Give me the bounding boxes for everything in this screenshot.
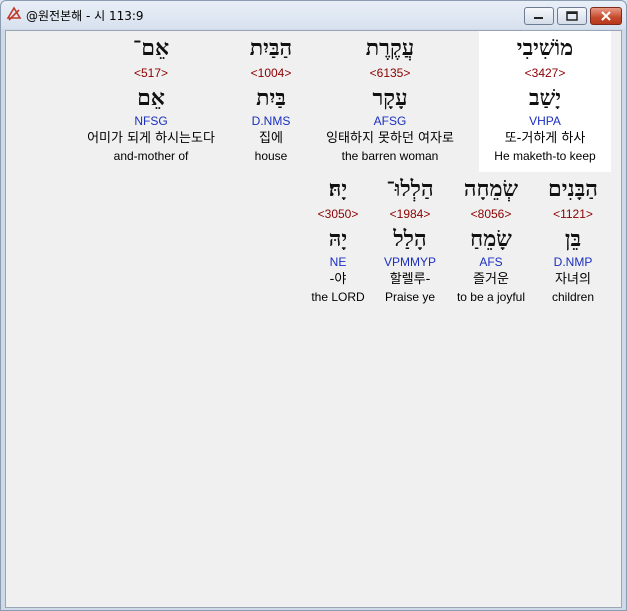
hebrew-lemma: שָׂמֵחַ [470, 226, 512, 252]
hebrew-word: הַבַּיִת [249, 35, 293, 61]
hebrew-lemma: בֵּן [564, 226, 582, 252]
word-3[interactable]: הַבַּיִת <1004> בַּיִת D.NMS 집에 house [242, 33, 300, 164]
korean-gloss: -야 [329, 272, 347, 287]
english-gloss: to be a joyful [456, 290, 526, 304]
hebrew-lemma: אֵם [137, 85, 165, 111]
word-5[interactable]: הַבָּנִים <1121> בֵּן D.NMP 자녀의 children [539, 174, 607, 305]
app-window: @원전본해 - 시 113:9 מוֹשִׁיבִי <3427> יָשַׁב… [0, 0, 627, 611]
hebrew-word: יָהּ׃ [328, 176, 348, 202]
parsing-code: NFSG [134, 114, 168, 128]
word-2[interactable]: עֲקֶרֶת <6135> עָקָר AFSG 잉태하지 못하던 여자로 t… [311, 33, 469, 164]
interlinear-pane[interactable]: מוֹשִׁיבִי <3427> יָשַׁב VHPA 또-거하게 하사 H… [5, 30, 622, 608]
english-gloss: children [551, 290, 595, 304]
parsing-code: NE [329, 255, 347, 269]
word-6[interactable]: שְׂמֵחָה <8056> שָׂמֵחַ AFS 즐거운 to be a … [449, 174, 533, 305]
hebrew-word: הַבָּנִים [548, 176, 598, 202]
hebrew-word: שְׂמֵחָה [463, 176, 519, 202]
korean-gloss: 집에 [259, 131, 283, 146]
english-gloss: house [254, 149, 288, 163]
maximize-button[interactable] [557, 7, 587, 25]
parsing-code: D.NMP [553, 255, 593, 269]
parsing-code: VHPA [529, 114, 561, 128]
korean-gloss: 할렐루- [389, 272, 431, 287]
hebrew-lemma: יָהּ [328, 226, 348, 252]
strong-number[interactable]: <517> [68, 63, 234, 83]
word-8[interactable]: יָהּ׃ <3050> יָהּ NE -야 the LORD [306, 174, 370, 305]
word-4[interactable]: אֵם־ <517> אֵם NFSG 어미가 되게 하시는도다 and-mot… [68, 33, 234, 164]
parsing-code: VPMMYP [383, 255, 436, 269]
hebrew-lemma: יָשַׁב [529, 85, 561, 111]
korean-gloss: 잉태하지 못하던 여자로 [326, 131, 454, 146]
hebrew-word: אֵם־ [132, 35, 170, 61]
hebrew-lemma: עָקָר [372, 85, 408, 111]
english-gloss: and-mother of [113, 149, 189, 163]
minimize-button[interactable] [524, 7, 554, 25]
english-gloss: the LORD [311, 290, 365, 304]
hebrew-word: מוֹשִׁיבִי [516, 35, 574, 61]
maximize-icon [566, 11, 578, 21]
korean-gloss: 또-거하게 하사 [504, 131, 586, 146]
english-gloss: Praise ye [384, 290, 436, 304]
app-icon [6, 6, 22, 22]
korean-gloss: 즐거운 [473, 272, 509, 287]
strong-number[interactable]: <3050> [306, 204, 370, 224]
english-gloss: the barren woman [341, 149, 439, 163]
title-bar[interactable]: @원전본해 - 시 113:9 [1, 1, 626, 29]
parsing-code: AFSG [373, 114, 407, 128]
hebrew-word: עֲקֶרֶת [365, 35, 415, 61]
close-icon [601, 11, 611, 21]
strong-number[interactable]: <1121> [539, 204, 607, 224]
strong-number[interactable]: <6135> [311, 63, 469, 83]
close-button[interactable] [590, 7, 622, 25]
strong-number[interactable]: <1004> [242, 63, 300, 83]
hebrew-word: הַלְלוּ־ [386, 176, 434, 202]
word-1[interactable]: מוֹשִׁיבִי <3427> יָשַׁב VHPA 또-거하게 하사 H… [479, 33, 611, 164]
strong-number[interactable]: <8056> [449, 204, 533, 224]
minimize-icon [534, 17, 543, 19]
korean-gloss: 어미가 되게 하시는도다 [87, 131, 215, 146]
korean-gloss: 자녀의 [555, 272, 591, 287]
parsing-code: AFS [479, 255, 503, 269]
english-gloss: He maketh-to keep [494, 149, 596, 163]
strong-number[interactable]: <3427> [479, 63, 611, 83]
strong-number[interactable]: <1984> [374, 204, 446, 224]
hebrew-lemma: הָלַל [393, 226, 427, 252]
parsing-code: D.NMS [251, 114, 291, 128]
word-7[interactable]: הַלְלוּ־ <1984> הָלַל VPMMYP 할렐루- Praise… [374, 174, 446, 305]
hebrew-lemma: בַּיִת [256, 85, 286, 111]
window-title: @원전본해 - 시 113:9 [26, 9, 144, 23]
